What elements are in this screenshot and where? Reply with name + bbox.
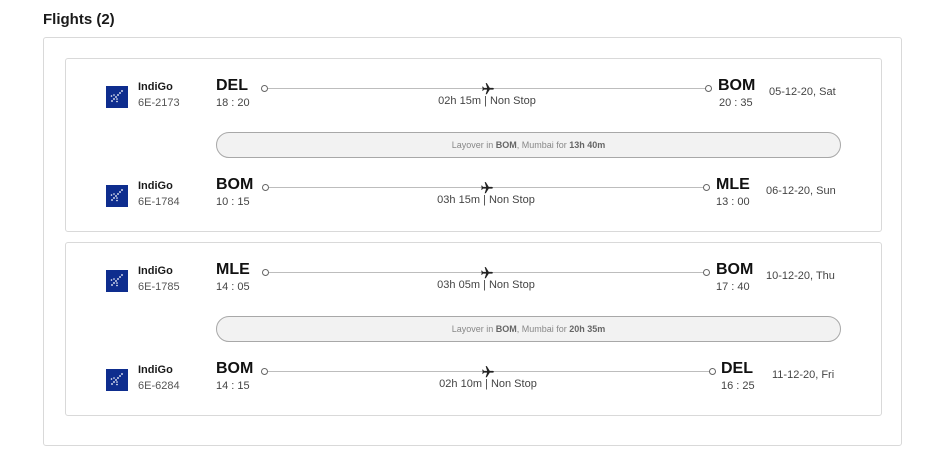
flight-date: 06-12-20, Sun (766, 185, 836, 197)
departure-time: 10 : 15 (216, 196, 250, 208)
flight-segment: IndiGo 6E-1784 BOM 10 : 15 03h 15m | Non… (66, 176, 881, 220)
indigo-logo-icon (106, 369, 128, 391)
layover-city: , Mumbai for (516, 324, 570, 334)
arrival-airport: BOM (716, 261, 754, 278)
flight-number: 6E-1784 (138, 196, 180, 208)
plane-icon (481, 82, 495, 96)
indigo-logo-icon (106, 270, 128, 292)
destination-dot (703, 269, 710, 276)
layover-duration: 13h 40m (569, 140, 606, 150)
layover-prefix: Layover in (451, 140, 496, 150)
itinerary-card-return: IndiGo 6E-1785 MLE 14 : 05 03h 05m | Non… (65, 242, 882, 416)
plane-icon (481, 365, 495, 379)
indigo-logo-icon (106, 86, 128, 108)
flight-duration: 03h 15m | Non Stop (437, 194, 535, 206)
destination-dot (703, 184, 710, 191)
departure-airport: BOM (216, 176, 254, 193)
flight-segment: IndiGo 6E-1785 MLE 14 : 05 03h 05m | Non… (66, 261, 881, 305)
arrival-airport: MLE (716, 176, 750, 193)
origin-dot (261, 85, 268, 92)
airline-name: IndiGo (138, 180, 173, 192)
arrival-time: 16 : 25 (721, 380, 755, 392)
destination-dot (709, 368, 716, 375)
layover-prefix: Layover in (451, 324, 496, 334)
flight-duration: 03h 05m | Non Stop (437, 279, 535, 291)
origin-dot (262, 269, 269, 276)
flight-duration: 02h 15m | Non Stop (438, 95, 536, 107)
arrival-airport: DEL (721, 360, 753, 377)
layover-pill: Layover in BOM, Mumbai for 13h 40m (216, 132, 841, 158)
plane-icon (480, 181, 494, 195)
origin-dot (261, 368, 268, 375)
layover-airport: BOM (495, 324, 517, 334)
indigo-logo-icon (106, 185, 128, 207)
arrival-time: 13 : 00 (716, 196, 750, 208)
flight-number: 6E-1785 (138, 281, 180, 293)
departure-time: 18 : 20 (216, 97, 250, 109)
departure-airport: BOM (216, 360, 254, 377)
airline-name: IndiGo (138, 265, 173, 277)
layover-airport: BOM (495, 140, 517, 150)
departure-airport: MLE (216, 261, 250, 278)
flight-date: 05-12-20, Sat (769, 86, 836, 98)
airline-name: IndiGo (138, 81, 173, 93)
destination-dot (705, 85, 712, 92)
layover-pill: Layover in BOM, Mumbai for 20h 35m (216, 316, 841, 342)
origin-dot (262, 184, 269, 191)
flight-date: 11-12-20, Fri (772, 369, 835, 381)
flight-number: 6E-6284 (138, 380, 180, 392)
departure-time: 14 : 15 (216, 380, 250, 392)
arrival-airport: BOM (718, 77, 756, 94)
airline-name: IndiGo (138, 364, 173, 376)
arrival-time: 17 : 40 (716, 281, 750, 293)
flight-number: 6E-2173 (138, 97, 180, 109)
itinerary-card-outbound: IndiGo 6E-2173 DEL 18 : 20 02h 15m | Non… (65, 58, 882, 232)
departure-time: 14 : 05 (216, 281, 250, 293)
flight-date: 10-12-20, Thu (766, 270, 835, 282)
plane-icon (480, 266, 494, 280)
flight-segment: IndiGo 6E-6284 BOM 14 : 15 02h 10m | Non… (66, 360, 881, 404)
flight-segment: IndiGo 6E-2173 DEL 18 : 20 02h 15m | Non… (66, 77, 881, 121)
flights-container: IndiGo 6E-2173 DEL 18 : 20 02h 15m | Non… (43, 37, 902, 446)
layover-duration: 20h 35m (569, 324, 606, 334)
flights-title: Flights (2) (43, 11, 115, 28)
arrival-time: 20 : 35 (719, 97, 753, 109)
flight-duration: 02h 10m | Non Stop (439, 378, 537, 390)
layover-city: , Mumbai for (516, 140, 570, 150)
departure-airport: DEL (216, 77, 248, 94)
